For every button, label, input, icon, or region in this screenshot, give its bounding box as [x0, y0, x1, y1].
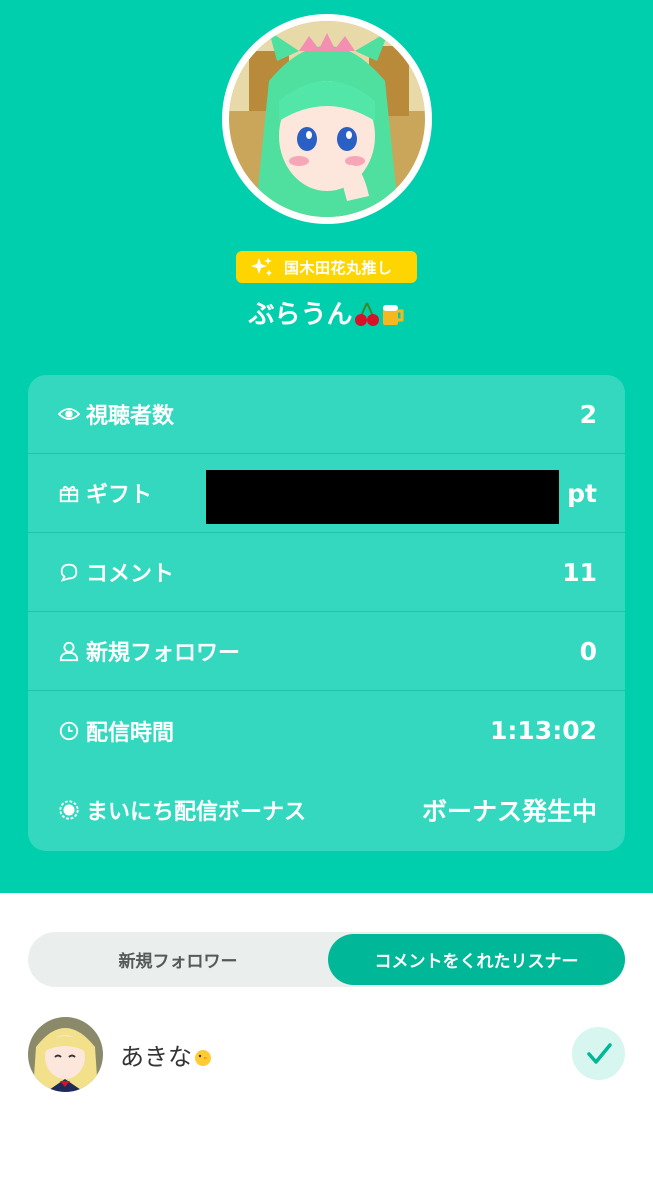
stat-row-new-followers: 新規フォロワー 0 [28, 612, 625, 691]
listener-tabs: 新規フォロワー コメントをくれたリスナー [28, 932, 625, 987]
eye-icon [58, 408, 80, 420]
listener-check-button[interactable] [572, 1027, 625, 1080]
stat-value: ボーナス発生中 [421, 796, 597, 826]
stat-label: 新規フォロワー [86, 641, 241, 666]
streamer-name: ぶらうん [0, 294, 653, 334]
stat-row-gifts: ギフト pt [28, 454, 625, 533]
chick-icon [195, 1050, 211, 1066]
stat-row-comments: コメント 11 [28, 533, 625, 612]
stat-row-viewers: 視聴者数 2 [28, 375, 625, 454]
sparkle-icon [251, 257, 272, 276]
stat-label: まいにち配信ボーナス [86, 799, 307, 825]
gift-icon [59, 485, 79, 503]
listener-avatar [28, 1017, 103, 1092]
tab-commenting-listeners[interactable]: コメントをくれたリスナー [328, 934, 625, 985]
comment-icon [60, 563, 78, 582]
stat-value: 1:13:02 [490, 716, 597, 745]
listener-name: あきな [120, 1037, 214, 1072]
fan-badge: 国木田花丸推し [236, 251, 417, 283]
fan-badge-label: 国木田花丸推し [284, 258, 393, 277]
redaction-box [206, 470, 559, 524]
person-icon [59, 641, 79, 662]
clock-icon [59, 721, 79, 740]
streamer-avatar [222, 14, 432, 224]
stat-label: 視聴者数 [86, 404, 175, 429]
stat-label: 配信時間 [86, 720, 175, 746]
bonus-icon [59, 799, 79, 820]
listener-name-text: あきな [120, 1043, 192, 1071]
beer-icon [381, 301, 405, 334]
tab-new-followers[interactable]: 新規フォロワー [28, 932, 328, 987]
stat-row-stream-time: 配信時間 1:13:02 [28, 691, 625, 770]
cherry-icon [354, 301, 379, 334]
stat-value: pt [567, 478, 597, 508]
stat-label: コメント [86, 562, 175, 587]
streamer-name-text: ぶらうん [248, 300, 353, 330]
stat-row-daily-bonus: まいにち配信ボーナス ボーナス発生中 [28, 770, 625, 849]
stat-value: 2 [579, 399, 597, 429]
stats-card: 視聴者数 2 ギフト pt コメント 11 新規フォロワー 0 配信時間 1:1… [28, 375, 625, 851]
stat-value: 0 [579, 636, 597, 666]
stat-value: 11 [562, 557, 597, 587]
stream-summary-header: 国木田花丸推し ぶらうん 視聴者数 2 ギフト pt コメント 11 新規フォロ… [0, 0, 653, 893]
list-item[interactable]: あきな [28, 1017, 625, 1092]
checkmark-icon [586, 1042, 612, 1064]
